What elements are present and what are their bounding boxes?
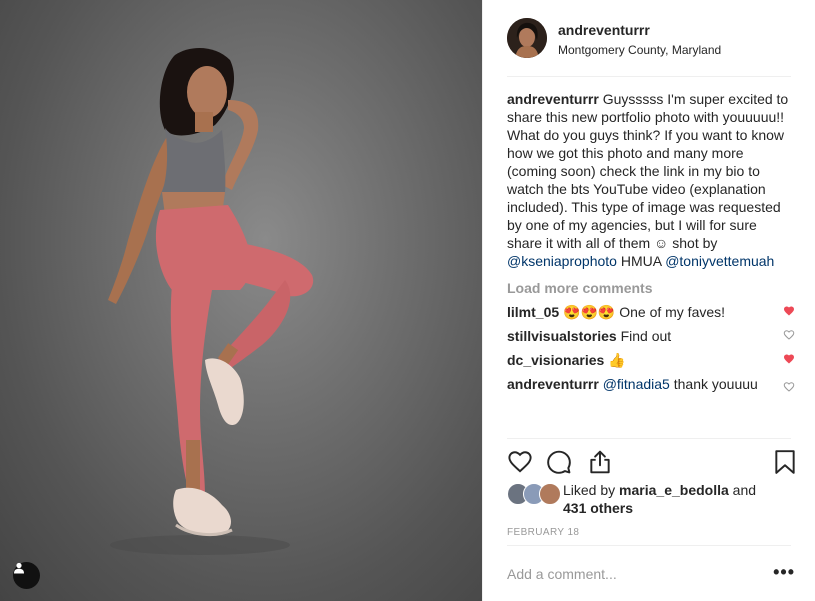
user-tag-button[interactable] [13,562,40,589]
liked-by-label: Liked by [563,482,616,498]
caption-mention-hmua[interactable]: @toniyvettemuah [665,253,774,269]
comment-row: andreventurrr @fitnadia5 thank youuuu [507,375,795,393]
caption-username[interactable]: andreventurrr [507,91,599,107]
likes-others-count[interactable]: 431 others [563,500,633,516]
comment-text: thank youuuu [673,376,758,392]
caption-mention-photographer[interactable]: @kseniaprophoto [507,253,617,269]
comment-row: dc_visionaries 👍 [507,351,795,369]
comment-like-heart-icon[interactable] [783,329,795,341]
post-photo[interactable] [0,0,482,601]
share-icon[interactable] [587,449,613,475]
comment-row: stillvisualstories Find out [507,327,795,345]
model-figure [108,48,314,555]
divider [507,545,791,546]
heart-icon[interactable] [507,449,533,475]
post-location[interactable]: Montgomery County, Maryland [558,42,721,58]
more-options-button[interactable]: ••• [773,563,795,581]
liker-avatar [539,483,561,505]
bookmark-icon[interactable] [774,449,796,475]
caption: andreventurrr Guysssss I'm super excited… [507,90,795,270]
post-actions [507,449,795,477]
liked-and-label: and [732,482,757,498]
load-more-comments-button[interactable]: Load more comments [507,279,795,297]
comment-like-heart-icon[interactable] [783,353,795,365]
liked-by-user[interactable]: maria_e_bedolla [619,482,729,498]
likes-text: Liked by maria_e_bedolla and 431 others [563,481,756,521]
post-date[interactable]: FEBRUARY 18 [507,527,579,538]
post-username[interactable]: andreventurrr [558,21,721,39]
comment-username[interactable]: dc_visionaries [507,352,604,368]
comment-text: Find out [620,328,672,344]
person-icon [14,562,24,574]
avatar-image [507,18,547,58]
comment-like-heart-icon[interactable] [783,381,795,393]
comment-text: 👍 [608,352,626,368]
avatar[interactable] [507,18,547,58]
comment-bubble-icon[interactable] [546,449,572,475]
comment-username[interactable]: stillvisualstories [507,328,617,344]
caption-hmua-label: HMUA [620,253,662,269]
post-header: andreventurrr Montgomery County, Marylan… [507,18,791,77]
add-comment-bar: ••• [507,563,795,585]
comment-row: lilmt_05 😍😍😍 One of my faves! [507,303,795,321]
comment-like-heart-icon[interactable] [783,305,795,317]
comment-text: 😍😍😍 One of my faves! [563,304,726,320]
likes-summary: Liked by maria_e_bedolla and 431 others [507,481,795,521]
post-detail-panel: andreventurrr Montgomery County, Marylan… [482,0,815,601]
comment-mention[interactable]: @fitnadia5 [603,376,670,392]
add-comment-input[interactable] [507,566,757,582]
comment-username[interactable]: lilmt_05 [507,304,559,320]
caption-text: Guysssss I'm super excited to share this… [507,91,789,251]
comment-username[interactable]: andreventurrr [507,376,599,392]
liker-avatars[interactable] [507,483,561,505]
divider [507,438,791,439]
comments-list[interactable]: andreventurrr Guysssss I'm super excited… [507,90,795,438]
